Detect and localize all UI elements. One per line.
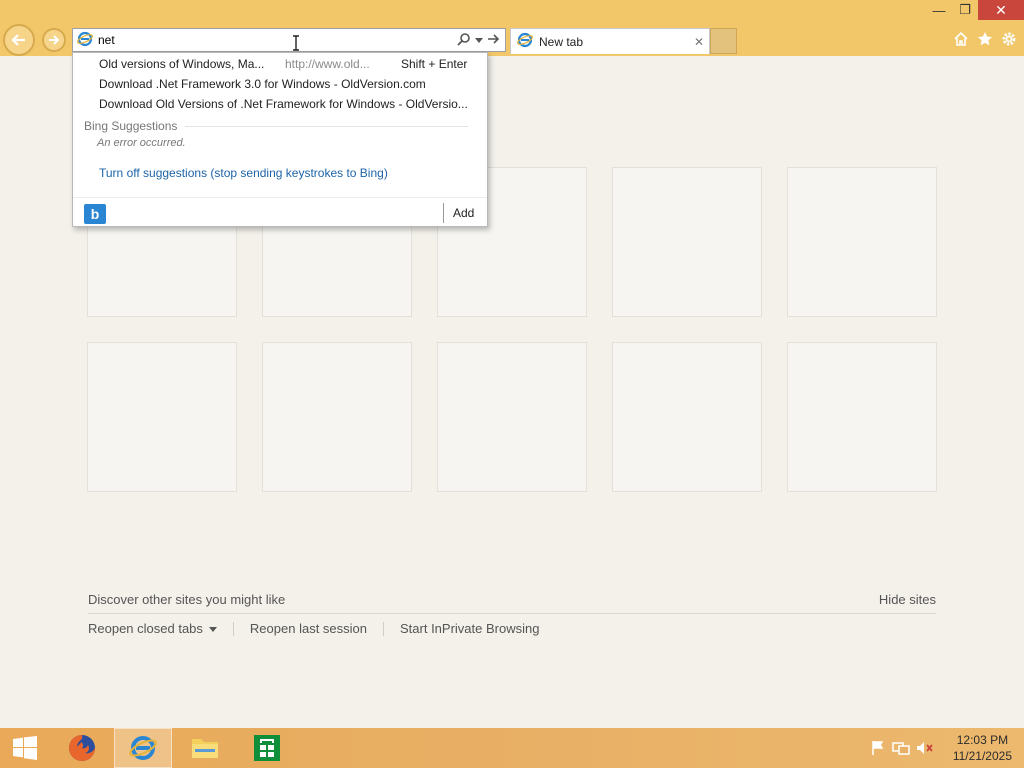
inprivate-link[interactable]: Start InPrivate Browsing <box>400 621 539 636</box>
close-tab-icon[interactable]: ✕ <box>689 35 709 49</box>
bing-icon: b <box>90 206 100 222</box>
add-provider-button[interactable]: Add <box>453 206 474 220</box>
site-tile[interactable] <box>437 342 587 492</box>
taskbar-clock[interactable]: 12:03 PM 11/21/2025 <box>953 732 1012 764</box>
reopen-closed-tabs-label: Reopen closed tabs <box>88 621 203 636</box>
tab-new-tab[interactable]: New tab ✕ <box>510 28 710 54</box>
suggestion-title: Download .Net Framework 3.0 for Windows … <box>99 77 426 91</box>
reopen-last-session-link[interactable]: Reopen last session <box>250 621 367 636</box>
home-icon[interactable] <box>952 30 970 48</box>
chevron-down-icon[interactable] <box>475 33 483 47</box>
browser-frame: — ❐ ✕ New tab ✕ <box>0 0 1024 56</box>
close-window-button[interactable]: ✕ <box>978 0 1024 20</box>
history-suggestion[interactable]: Download Old Versions of .Net Framework … <box>99 94 468 114</box>
windows-logo-icon <box>13 736 37 760</box>
site-tile[interactable] <box>612 167 762 317</box>
flag-icon[interactable] <box>870 740 886 759</box>
ie-icon <box>129 736 157 760</box>
history-suggestion[interactable]: Download .Net Framework 3.0 for Windows … <box>99 74 426 94</box>
search-icon[interactable] <box>457 32 471 49</box>
taskbar-store[interactable] <box>240 728 294 768</box>
minimize-button[interactable]: — <box>926 0 952 20</box>
toolbar-right <box>952 30 1018 48</box>
gear-icon[interactable] <box>1000 30 1018 48</box>
star-icon[interactable] <box>976 30 994 48</box>
ie-icon <box>517 32 533 51</box>
divider <box>185 125 468 127</box>
address-bar[interactable] <box>72 28 506 52</box>
arrow-right-icon <box>49 35 60 45</box>
site-tile[interactable] <box>787 167 937 317</box>
divider <box>383 621 384 636</box>
back-button[interactable] <box>3 24 35 56</box>
divider <box>443 203 444 223</box>
clock-date: 11/21/2025 <box>952 749 1012 763</box>
ie-icon <box>77 31 93 50</box>
address-tools <box>457 32 505 49</box>
window-controls: — ❐ ✕ <box>926 0 1024 20</box>
start-button[interactable] <box>0 728 50 768</box>
site-tile[interactable] <box>87 342 237 492</box>
dropdown-footer: b Add <box>73 197 487 227</box>
taskbar: 12:03 PM 11/21/2025 <box>0 728 1024 768</box>
network-icon[interactable] <box>892 740 910 759</box>
system-tray <box>870 740 934 759</box>
new-tab-button[interactable] <box>710 28 737 54</box>
suggestion-url: http://www.old... <box>285 57 370 71</box>
discover-sites-link[interactable]: Discover other sites you might like <box>88 592 285 613</box>
taskbar-internet-explorer[interactable] <box>114 728 172 768</box>
taskbar-file-explorer[interactable] <box>176 728 234 768</box>
volume-muted-icon[interactable] <box>916 740 934 759</box>
firefox-icon <box>69 735 95 761</box>
site-tile[interactable] <box>787 342 937 492</box>
site-tile[interactable] <box>612 342 762 492</box>
section-title: Bing Suggestions <box>84 119 178 133</box>
restore-button[interactable]: ❐ <box>952 0 978 20</box>
store-icon <box>254 735 280 761</box>
hide-sites-link[interactable]: Hide sites <box>879 592 936 613</box>
suggestion-title: Old versions of Windows, Ma... <box>99 57 265 71</box>
folder-icon <box>192 739 218 758</box>
suggestion-hint: Shift + Enter <box>401 57 468 71</box>
arrow-left-icon <box>11 34 25 46</box>
taskbar-firefox[interactable] <box>58 728 106 768</box>
forward-button[interactable] <box>42 28 66 52</box>
suggestions-dropdown: Old versions of Windows, Ma... http://ww… <box>72 52 488 227</box>
reopen-closed-tabs-link[interactable]: Reopen closed tabs <box>88 621 217 636</box>
caret-down-icon <box>208 627 217 633</box>
discover-row: Discover other sites you might like Hide… <box>88 592 936 614</box>
section-header: Bing Suggestions <box>84 119 468 133</box>
address-input[interactable] <box>93 30 457 50</box>
bing-provider-button[interactable]: b <box>84 204 106 224</box>
tab-label: New tab <box>539 34 584 49</box>
clock-time: 12:03 PM <box>956 733 1009 747</box>
bottom-links: Reopen closed tabs Reopen last session S… <box>88 621 539 636</box>
text-cursor-icon <box>293 35 299 51</box>
go-arrow-icon[interactable] <box>487 33 500 48</box>
divider <box>232 621 234 636</box>
suggestion-title: Download Old Versions of .Net Framework … <box>99 97 468 111</box>
error-message: An error occurred. <box>97 137 186 149</box>
history-suggestion[interactable]: Old versions of Windows, Ma... http://ww… <box>99 54 469 74</box>
turn-off-suggestions-link[interactable]: Turn off suggestions (stop sending keyst… <box>99 166 388 180</box>
site-tile[interactable] <box>262 342 412 492</box>
